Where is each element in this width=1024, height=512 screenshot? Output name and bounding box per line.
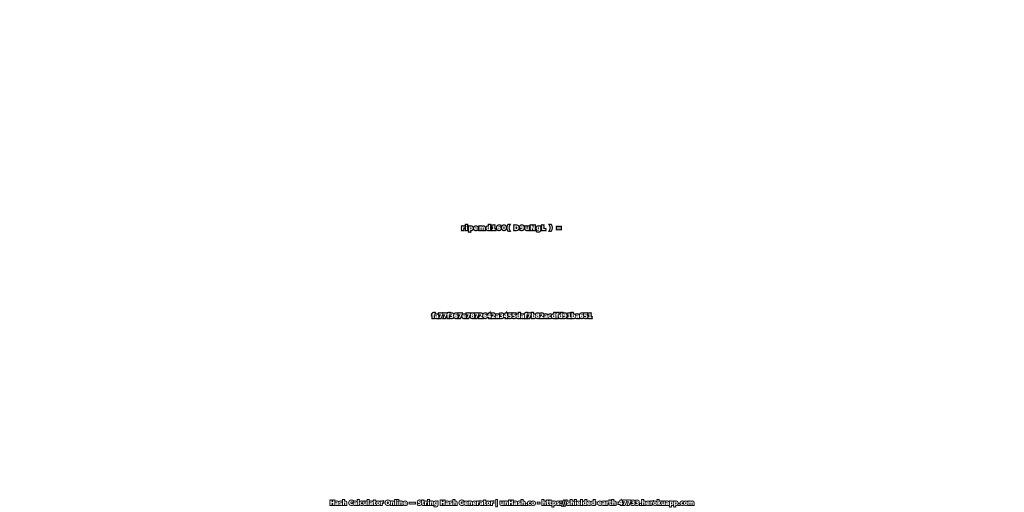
hash-result: fa77f367e7872642a3455daf7b82acdfd91ba651	[431, 312, 593, 322]
hash-expression: ripemd160( D9uNgL ) =	[460, 224, 563, 234]
footer-credit: Hash Calculator Online — String Hash Gen…	[329, 499, 695, 508]
